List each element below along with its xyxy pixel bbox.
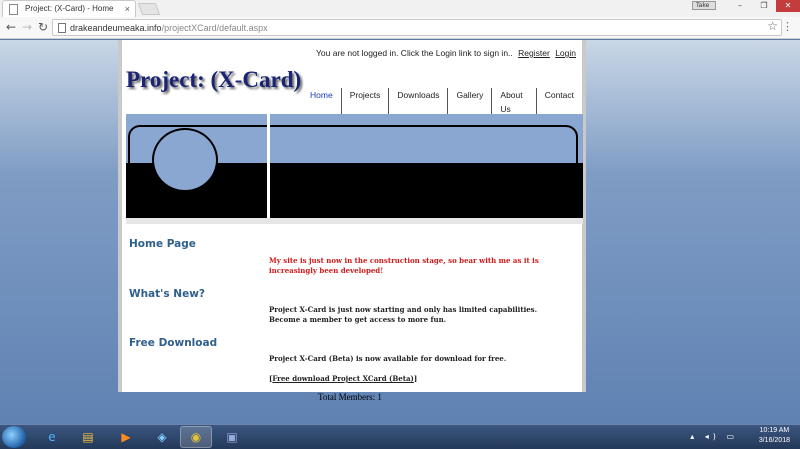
content-separator (126, 218, 583, 224)
nav-about-us[interactable]: About Us (491, 88, 535, 116)
banner-divider (267, 114, 270, 218)
nav-gallery[interactable]: Gallery (447, 88, 491, 116)
login-link[interactable]: Login (555, 48, 576, 58)
site-title: Project: (X-Card) (126, 67, 302, 92)
address-path: /projectXCard/default.aspx (161, 23, 268, 33)
network-app-icon[interactable]: ◈ (146, 426, 178, 448)
chrome-icon[interactable]: ◉ (180, 426, 212, 448)
address-bar[interactable]: drakeandeumeaka.info/projectXCard/defaul… (52, 19, 782, 36)
maximize-button[interactable]: ❐ (752, 0, 776, 12)
new-tab-button[interactable] (137, 3, 161, 15)
login-status: You are not logged in. Click the Login l… (316, 48, 576, 58)
nav-projects[interactable]: Projects (340, 88, 389, 116)
clock[interactable]: 10:19 AM 3/16/2018 (759, 426, 790, 446)
minimize-button[interactable]: – (728, 0, 752, 12)
internet-explorer-icon[interactable]: e (36, 426, 68, 448)
browser-titlebar: Project: (X-Card) - Home × Take – ❐ ✕ (0, 0, 800, 17)
main-nav: Home Projects Downloads Gallery About Us… (302, 88, 582, 116)
back-arrow-icon[interactable]: ← (4, 20, 18, 34)
download-link-close: ] (413, 374, 418, 383)
login-status-text: You are not logged in. Click the Login l… (316, 48, 513, 58)
section-heading-download: Free Download (129, 337, 218, 349)
nav-home[interactable]: Home (302, 88, 341, 116)
total-members: Total Members: 1 (318, 392, 382, 402)
clock-date: 3/16/2018 (758, 437, 790, 444)
page-info-icon[interactable] (58, 23, 66, 33)
tab-close-icon[interactable]: × (125, 4, 130, 14)
forward-arrow-icon[interactable]: → (20, 20, 34, 34)
section-heading-whats-new: What's New? (129, 288, 205, 300)
reload-icon[interactable]: ↻ (36, 20, 50, 34)
header-banner (126, 114, 583, 218)
section-text-whats-new: Project X-Card is just now starting and … (269, 305, 538, 324)
window-app-icon[interactable]: ▣ (216, 426, 248, 448)
page-container: You are not logged in. Click the Login l… (118, 40, 586, 392)
media-player-icon[interactable]: ▶ (110, 426, 142, 448)
window-controls: Take – ❐ ✕ (692, 0, 800, 12)
ime-indicator: Take (692, 1, 716, 10)
windows-taskbar: e ▤ ▶ ◈ ◉ ▣ ▴ ◂) ▭ 10:19 AM 3/16/2018 (0, 424, 800, 449)
banner-circle (152, 128, 218, 192)
start-button[interactable] (2, 426, 26, 448)
more-vert-icon[interactable]: ⋮ (782, 20, 793, 33)
download-link-row: [Free download Project XCard (Beta)] (269, 374, 569, 384)
file-explorer-icon[interactable]: ▤ (72, 426, 104, 448)
section-heading-home: Home Page (129, 238, 196, 250)
close-window-button[interactable]: ✕ (776, 0, 800, 12)
nav-downloads[interactable]: Downloads (388, 88, 447, 116)
section-text-download: Project X-Card (Beta) is now available f… (269, 354, 507, 363)
tray-icons[interactable]: ▴ ◂) ▭ (690, 432, 738, 441)
section-text-home: My site is just now in the construction … (269, 256, 539, 275)
address-host: drakeandeumeaka.info (70, 23, 162, 33)
tab-title: Project: (X-Card) - Home (25, 4, 114, 13)
clock-time: 10:19 AM (759, 427, 790, 434)
page-favicon-icon (9, 4, 18, 15)
free-download-link[interactable]: Free download Project XCard (Beta) (272, 374, 414, 383)
nav-contact[interactable]: Contact (535, 88, 582, 116)
register-link[interactable]: Register (518, 48, 550, 58)
browser-toolbar: ← → ↻ drakeandeumeaka.info/projectXCard/… (0, 17, 800, 39)
page-viewport: You are not logged in. Click the Login l… (0, 40, 800, 424)
star-icon[interactable]: ☆ (767, 19, 778, 33)
browser-tab[interactable]: Project: (X-Card) - Home × (2, 0, 136, 17)
